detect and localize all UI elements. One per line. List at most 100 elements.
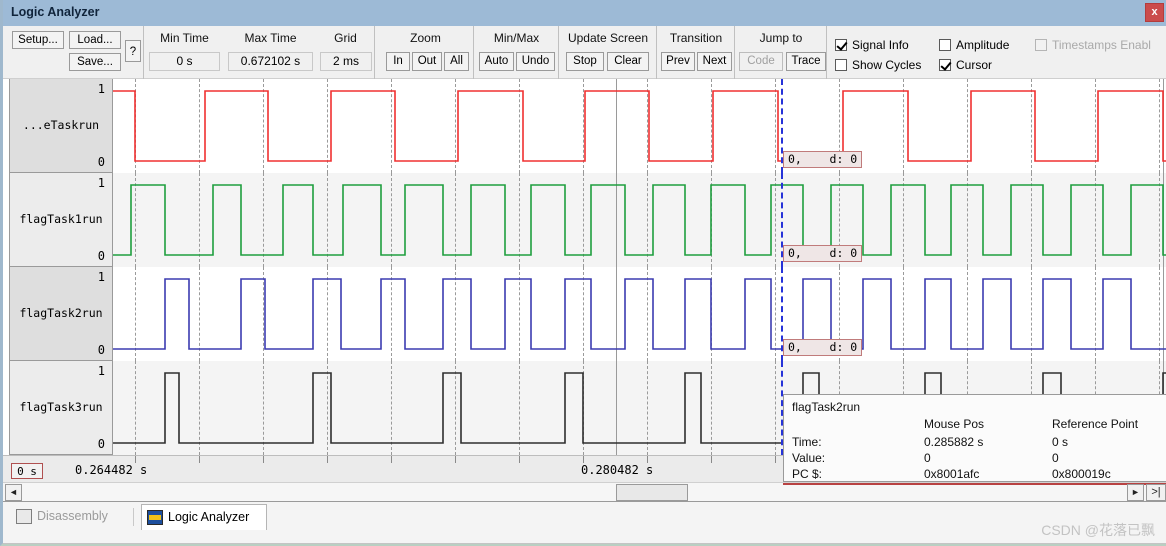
tab-disassembly[interactable]: Disassembly xyxy=(11,504,131,530)
checkbox-icon xyxy=(835,39,847,51)
zoom-out-button[interactable]: Out xyxy=(412,52,442,71)
signal-name-cell[interactable]: 1 flagTask1run 0 xyxy=(9,173,113,267)
show-cycles-checkbox[interactable]: Show Cycles xyxy=(835,58,921,72)
jump-trace-button[interactable]: Trace xyxy=(786,52,826,71)
tooltip-value-label: Value: xyxy=(792,451,826,465)
signal-info-badge: 0, d: 0 xyxy=(783,339,863,356)
scroll-end-button[interactable]: >| xyxy=(1146,484,1166,501)
tooltip-time-label: Time: xyxy=(792,435,822,449)
signal-info-badge: 0, d: 0 xyxy=(783,151,863,168)
signal-low-label: 0 xyxy=(97,437,105,451)
zero-time-marker[interactable]: 0 s xyxy=(11,463,43,479)
signal-waveform xyxy=(113,278,1166,350)
tab-bottom-border xyxy=(3,543,1166,544)
tooltip-time-mouse: 0.285882 s xyxy=(924,435,984,449)
minmax-auto-button[interactable]: Auto xyxy=(479,52,514,71)
time-tick xyxy=(583,456,584,463)
jump-code-button: Code xyxy=(739,52,783,71)
scroll-left-button[interactable]: ◄ xyxy=(5,484,22,501)
checkbox-icon xyxy=(1035,39,1047,51)
horizontal-scrollbar[interactable]: ◄ ► >| xyxy=(3,482,1166,502)
zoom-label: Zoom xyxy=(410,31,441,45)
show-cycles-label: Show Cycles xyxy=(852,58,922,72)
tooltip-value-ref: 0 xyxy=(1052,451,1059,465)
update-stop-button[interactable]: Stop xyxy=(566,52,604,71)
tooltip-pc-mouse: 0x8001afc xyxy=(924,467,980,481)
toolbar-group-max-time: Max Time 0.672102 s xyxy=(225,26,316,79)
min-time-field[interactable]: 0 s xyxy=(149,52,220,71)
signal-high-label: 1 xyxy=(97,270,105,284)
time-tick xyxy=(711,456,712,463)
title-bar: Logic Analyzer x xyxy=(3,0,1166,26)
scroll-thumb[interactable] xyxy=(616,484,688,501)
toolbar-group-help: ? xyxy=(123,26,144,79)
signal-low-label: 0 xyxy=(97,249,105,263)
update-clear-button[interactable]: Clear xyxy=(607,52,649,71)
signal-high-label: 1 xyxy=(97,176,105,190)
time-tick xyxy=(327,456,328,463)
signal-name-cell[interactable]: 1 ...eTaskrun 0 xyxy=(9,79,113,173)
logic-analyzer-window: Logic Analyzer x Setup... Load... Save..… xyxy=(0,0,1166,546)
grid-label: Grid xyxy=(334,31,357,45)
logic-analyzer-icon xyxy=(147,510,163,525)
signal-info-label: Signal Info xyxy=(852,38,909,52)
signal-lane[interactable] xyxy=(113,173,1166,267)
tab-disassembly-label: Disassembly xyxy=(37,509,108,523)
help-button[interactable]: ? xyxy=(125,40,141,62)
time-tick xyxy=(263,456,264,463)
window-title: Logic Analyzer xyxy=(11,5,100,19)
disassembly-icon xyxy=(16,509,32,524)
toolbar-group-update-screen: Update Screen Stop Clear xyxy=(560,26,657,79)
transition-prev-button[interactable]: Prev xyxy=(661,52,695,71)
save-button[interactable]: Save... xyxy=(69,53,121,71)
amplitude-checkbox[interactable]: Amplitude xyxy=(939,38,1009,52)
toolbar-group-min-time: Min Time 0 s xyxy=(145,26,224,79)
zoom-all-button[interactable]: All xyxy=(444,52,469,71)
tooltip-col-mouse: Mouse Pos xyxy=(924,417,985,431)
signal-high-label: 1 xyxy=(97,364,105,378)
toolbar-group-zoom: Zoom In Out All xyxy=(378,26,474,79)
toolbar-group-grid: Grid 2 ms xyxy=(317,26,375,79)
load-button[interactable]: Load... xyxy=(69,31,121,49)
tab-logic-analyzer[interactable]: Logic Analyzer xyxy=(141,504,267,530)
zoom-in-button[interactable]: In xyxy=(386,52,410,71)
max-time-field[interactable]: 0.672102 s xyxy=(228,52,313,71)
cursor-checkbox[interactable]: Cursor xyxy=(939,58,992,72)
signal-label: flagTask1run xyxy=(19,211,103,226)
jump-to-label: Jump to xyxy=(759,31,803,45)
toolbar-group-options: Signal Info Show Cycles Amplitude Cursor… xyxy=(831,26,1166,79)
watermark: CSDN @花落已飘 xyxy=(1041,522,1155,538)
signal-info-checkbox[interactable]: Signal Info xyxy=(835,38,909,52)
scroll-right-button[interactable]: ► xyxy=(1127,484,1144,501)
tab-bar: Disassembly Logic Analyzer CSDN @花落已飘 xyxy=(3,502,1166,544)
transition-next-button[interactable]: Next xyxy=(697,52,732,71)
timestamps-checkbox: Timestamps Enabl xyxy=(1035,38,1151,52)
update-screen-label: Update Screen xyxy=(567,31,649,45)
signal-lane[interactable] xyxy=(113,267,1166,361)
tab-logic-analyzer-label: Logic Analyzer xyxy=(168,510,250,524)
time-tick xyxy=(647,456,648,463)
transition-label: Transition xyxy=(669,31,723,45)
tooltip-value-mouse: 0 xyxy=(924,451,931,465)
checkbox-icon xyxy=(939,39,951,51)
tooltip-time-ref: 0 s xyxy=(1052,435,1069,449)
timestamps-label: Timestamps Enabl xyxy=(1052,38,1151,52)
tooltip-signal-name: flagTask2run xyxy=(792,400,861,414)
grid-field[interactable]: 2 ms xyxy=(320,52,372,71)
toolbar-group-file: Setup... Load... Save... xyxy=(9,26,121,79)
signal-lane[interactable] xyxy=(113,79,1166,173)
time-tick xyxy=(135,456,136,463)
max-time-label: Max Time xyxy=(244,31,297,45)
tooltip-pc-label: PC $: xyxy=(792,467,823,481)
time-tick xyxy=(391,456,392,463)
minmax-undo-button[interactable]: Undo xyxy=(516,52,555,71)
setup-button[interactable]: Setup... xyxy=(12,31,64,49)
close-icon[interactable]: x xyxy=(1145,3,1164,22)
signal-name-cell[interactable]: 1 flagTask2run 0 xyxy=(9,267,113,361)
toolbar: Setup... Load... Save... ? Min Time 0 s … xyxy=(3,26,1166,79)
amplitude-label: Amplitude xyxy=(956,38,1010,52)
time-label-left: 0.264482 s xyxy=(75,463,148,477)
signal-name-cell[interactable]: 1 flagTask3run 0 xyxy=(9,361,113,455)
signal-label: flagTask3run xyxy=(19,399,103,414)
toolbar-group-jump-to: Jump to Code Trace xyxy=(736,26,827,79)
